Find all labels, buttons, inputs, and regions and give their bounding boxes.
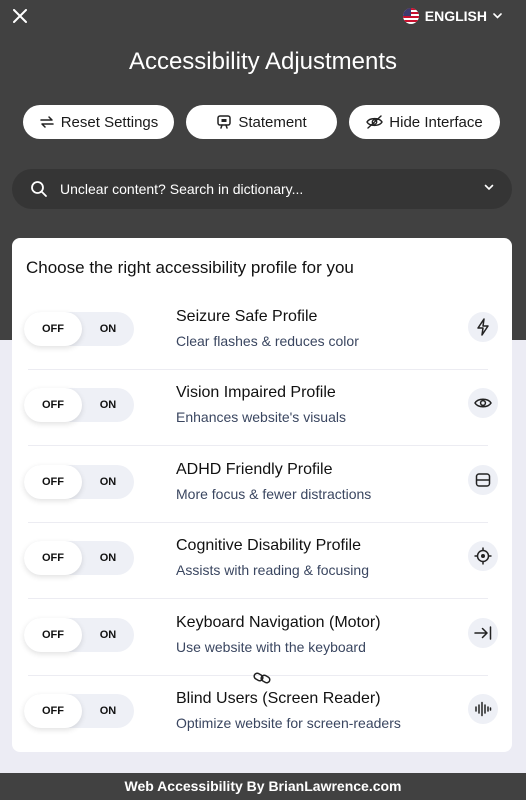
eye-icon (468, 388, 498, 418)
profile-title: ADHD Friendly Profile (176, 461, 333, 478)
eye-off-icon (366, 115, 384, 129)
profile-toggle[interactable]: OFF ON (24, 541, 134, 575)
profile-description: Clear flashes & reduces color (176, 333, 359, 349)
profile-title: Blind Users (Screen Reader) (176, 690, 381, 707)
profile-toggle[interactable]: OFF ON (24, 694, 134, 728)
toggle-off-option[interactable]: OFF (24, 388, 82, 422)
profile-title: Vision Impaired Profile (176, 384, 336, 401)
profile-description: Use website with the keyboard (176, 639, 366, 655)
profile-description: More focus & fewer distractions (176, 486, 372, 502)
chevron-down-icon (484, 184, 494, 191)
statement-icon (217, 115, 232, 129)
toggle-on-option[interactable]: ON (82, 312, 134, 346)
hide-interface-button[interactable]: Hide Interface (349, 105, 500, 139)
search-icon (31, 181, 47, 197)
profile-title: Keyboard Navigation (Motor) (176, 614, 381, 631)
profile-row-vision-impaired: OFF ON Vision Impaired Profile Enhances … (24, 370, 502, 446)
reset-icon (39, 116, 54, 128)
toggle-off-option[interactable]: OFF (24, 465, 82, 499)
profile-toggle[interactable]: OFF ON (24, 312, 134, 346)
us-flag-icon (402, 8, 419, 24)
toggle-on-option[interactable]: ON (82, 388, 134, 422)
profile-description: Enhances website's visuals (176, 409, 346, 425)
toggle-off-option[interactable]: OFF (24, 541, 82, 575)
profile-row-seizure-safe: OFF ON Seizure Safe Profile Clear flashe… (24, 294, 502, 370)
link-icon[interactable] (253, 670, 271, 686)
page-title: Accessibility Adjustments (128, 48, 398, 75)
profiles-heading: Choose the right accessibility profile f… (26, 258, 354, 277)
target-icon (468, 541, 498, 571)
language-selector[interactable]: ENGLISH (402, 6, 502, 26)
lightning-icon (468, 312, 498, 342)
profile-toggle[interactable]: OFF ON (24, 388, 134, 422)
audio-wave-icon (468, 694, 498, 724)
profile-row-adhd-friendly: OFF ON ADHD Friendly Profile More focus … (24, 447, 502, 523)
profile-title: Seizure Safe Profile (176, 308, 318, 325)
profile-title: Cognitive Disability Profile (176, 537, 361, 554)
profile-toggle[interactable]: OFF ON (24, 618, 134, 652)
toggle-off-option[interactable]: OFF (24, 694, 82, 728)
chevron-down-icon (493, 13, 502, 19)
toggle-on-option[interactable]: ON (82, 694, 134, 728)
toggle-off-option[interactable]: OFF (24, 618, 82, 652)
profile-description: Optimize website for screen-readers (176, 715, 401, 731)
language-label: ENGLISH (424, 8, 487, 24)
statement-button[interactable]: Statement (186, 105, 337, 139)
row-divider (28, 598, 488, 599)
toggle-on-option[interactable]: ON (82, 465, 134, 499)
toggle-on-option[interactable]: ON (82, 541, 134, 575)
profile-row-keyboard-navigation: OFF ON Keyboard Navigation (Motor) Use w… (24, 600, 502, 676)
footer-credit-link[interactable]: Web Accessibility By BrianLawrence.com (0, 773, 526, 800)
toggle-on-option[interactable]: ON (82, 618, 134, 652)
statement-label: Statement (238, 113, 307, 131)
tab-arrow-icon (468, 618, 498, 648)
close-button[interactable] (8, 4, 32, 28)
profile-description: Assists with reading & focusing (176, 562, 369, 578)
toggle-off-option[interactable]: OFF (24, 312, 82, 346)
profile-row-cognitive-disability: OFF ON Cognitive Disability Profile Assi… (24, 523, 502, 599)
row-divider (28, 445, 488, 446)
reset-settings-label: Reset Settings (60, 113, 159, 131)
reset-settings-button[interactable]: Reset Settings (23, 105, 174, 139)
focus-icon (468, 465, 498, 495)
hide-interface-label: Hide Interface (389, 113, 483, 131)
profile-row-blind-users: OFF ON Blind Users (Screen Reader) Optim… (24, 676, 502, 752)
dictionary-search[interactable]: Unclear content? Search in dictionary... (12, 169, 512, 209)
close-icon (13, 9, 27, 23)
search-label: Unclear content? Search in dictionary... (60, 181, 304, 197)
profile-toggle[interactable]: OFF ON (24, 465, 134, 499)
